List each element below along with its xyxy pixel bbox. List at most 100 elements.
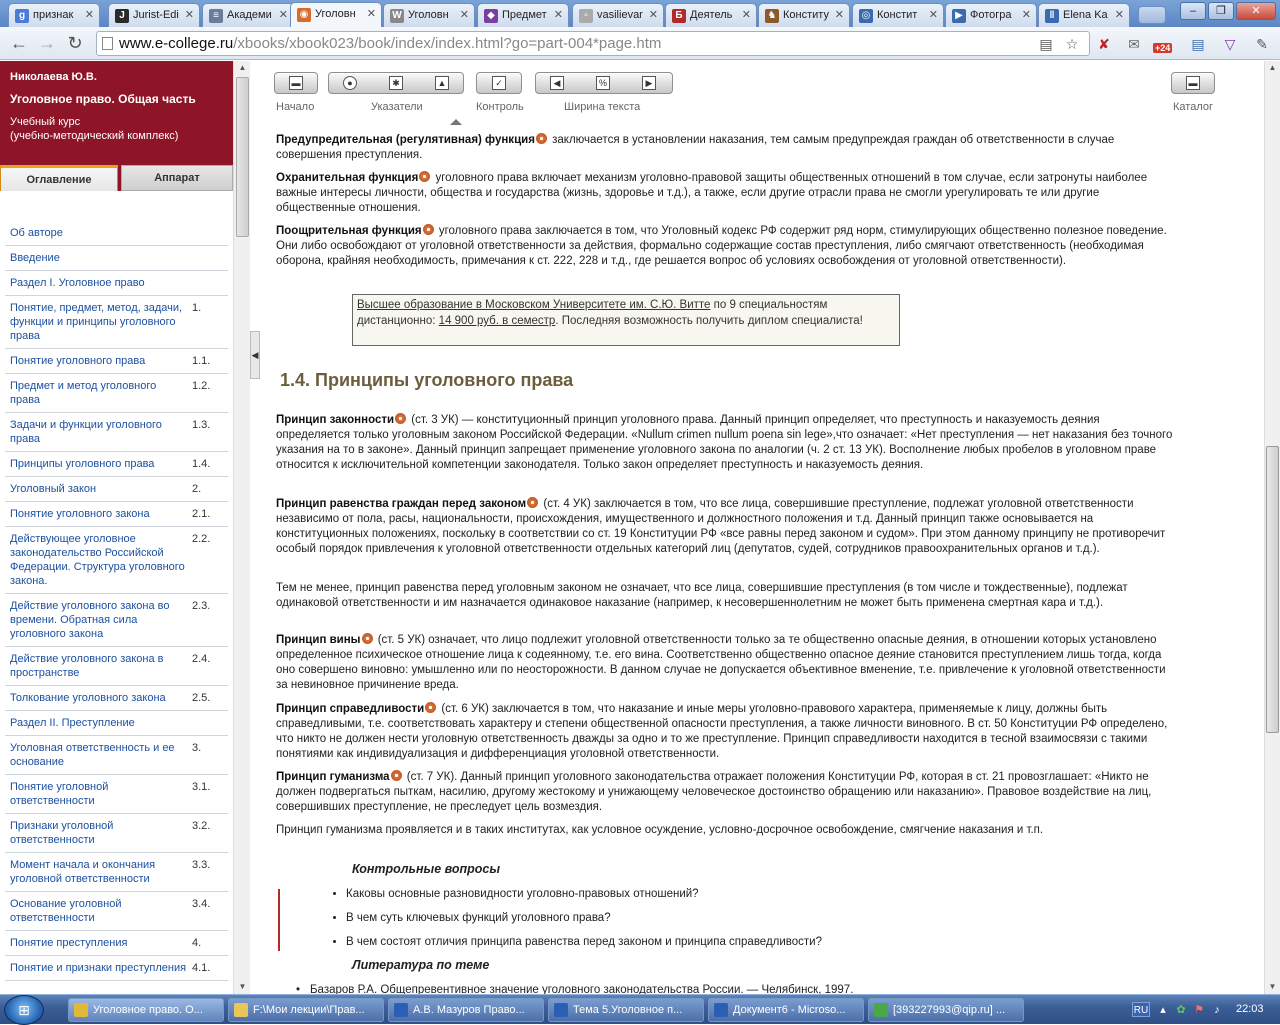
toc-item[interactable]: Понятие уголовной ответственности 3.1. bbox=[5, 775, 228, 814]
toc-item[interactable]: Понятие и признаки преступления 4.1. bbox=[5, 956, 228, 981]
close-tab-icon[interactable]: ✕ bbox=[1115, 8, 1124, 21]
toc-item[interactable]: Понятие преступления 4. bbox=[5, 931, 228, 956]
toc-item[interactable]: Понятие уголовного права 1.1. bbox=[5, 349, 228, 374]
toc-item[interactable]: Уголовный закон 2. bbox=[5, 477, 228, 502]
toc-item[interactable]: Раздел II. Преступление bbox=[5, 711, 228, 736]
toc-item[interactable]: Об авторе bbox=[5, 221, 228, 246]
glossary-icon[interactable] bbox=[390, 770, 402, 781]
glossary-icon[interactable] bbox=[419, 171, 431, 182]
tray-network-icon[interactable]: ✿ bbox=[1174, 1003, 1188, 1017]
scroll-down-icon[interactable]: ▼ bbox=[234, 980, 251, 994]
toc-item[interactable]: Момент начала и окончания уголовной отве… bbox=[5, 853, 228, 892]
browser-tab[interactable]: ◆ Предмет ✕ bbox=[477, 3, 569, 27]
glossary-icon[interactable] bbox=[422, 224, 434, 235]
toc-item[interactable]: Понятие, предмет, метод, задачи, функции… bbox=[5, 296, 228, 349]
extension-v-icon[interactable]: ▽ bbox=[1220, 34, 1240, 54]
toc-item[interactable]: Действующее уголовное законодательство Р… bbox=[5, 527, 228, 594]
left-scroll-thumb[interactable] bbox=[236, 77, 249, 237]
taskbar-task[interactable]: Уголовное право. О... bbox=[68, 998, 224, 1022]
close-window-button[interactable]: ✕ bbox=[1236, 2, 1276, 20]
glossary-icon[interactable] bbox=[527, 497, 539, 508]
address-bar[interactable]: www.e-college.ru/xbooks/xbook023/book/in… bbox=[96, 31, 1090, 56]
clock[interactable]: 22:03 bbox=[1236, 1003, 1264, 1015]
taskbar-task[interactable]: F:\Мои лекции\Прав... bbox=[228, 998, 384, 1022]
toc-item[interactable]: Толкование уголовного закона 2.5. bbox=[5, 686, 228, 711]
toc-item[interactable]: Уголовная ответственность и ее основание… bbox=[5, 736, 228, 775]
close-tab-icon[interactable]: ✕ bbox=[85, 8, 94, 21]
taskbar-task[interactable]: Документ6 - Microso... bbox=[708, 998, 864, 1022]
browser-tab[interactable]: ♞ Конститу ✕ bbox=[758, 3, 850, 27]
tray-volume-icon[interactable]: ♪ bbox=[1210, 1003, 1224, 1017]
close-tab-icon[interactable]: ✕ bbox=[929, 8, 938, 21]
close-tab-icon[interactable]: ✕ bbox=[185, 8, 194, 21]
tab-apparatus[interactable]: Аппарат bbox=[121, 165, 233, 191]
left-scrollbar[interactable]: ▲ ▼ bbox=[233, 61, 250, 994]
back-button[interactable]: ← bbox=[8, 33, 30, 55]
taskbar-task[interactable]: Тема 5.Уголовное п... bbox=[548, 998, 704, 1022]
browser-tab[interactable]: W Уголовн ✕ bbox=[383, 3, 475, 27]
chat-icon[interactable]: ▤ bbox=[1188, 34, 1208, 54]
pointers-button-group[interactable]: ● ✱ ▲ bbox=[328, 72, 464, 94]
browser-tab[interactable]: ◉ Уголовн ✕ bbox=[290, 2, 382, 27]
scroll-up-icon[interactable]: ▲ bbox=[1265, 61, 1280, 75]
close-tab-icon[interactable]: ✕ bbox=[649, 8, 658, 21]
start-button[interactable]: ▬ bbox=[274, 72, 318, 94]
ad-price-link[interactable]: 14 900 руб. в семестр bbox=[439, 315, 556, 327]
maximize-button[interactable]: ❐ bbox=[1208, 2, 1234, 20]
toc-item[interactable]: Задачи и функции уголовного права 1.3. bbox=[5, 413, 228, 452]
toc-item[interactable]: Действие уголовного закона в пространств… bbox=[5, 647, 228, 686]
close-tab-icon[interactable]: ✕ bbox=[1022, 8, 1031, 21]
taskbar-task[interactable]: А.В. Мазуров Право... bbox=[388, 998, 544, 1022]
browser-tab[interactable]: J Jurist-Edi ✕ bbox=[108, 3, 200, 27]
scroll-up-icon[interactable]: ▲ bbox=[234, 61, 251, 75]
start-button-orb[interactable]: ⊞ bbox=[4, 995, 44, 1025]
language-indicator[interactable]: RU bbox=[1132, 1002, 1150, 1017]
taskbar-task[interactable]: [393227993@qip.ru] ... bbox=[868, 998, 1024, 1022]
new-tab-button[interactable] bbox=[1138, 6, 1166, 24]
extension-adblock-icon[interactable]: ✘ bbox=[1094, 34, 1114, 54]
close-tab-icon[interactable]: ✕ bbox=[367, 7, 376, 20]
browser-tab[interactable]: ◎ Констит ✕ bbox=[852, 3, 944, 27]
close-tab-icon[interactable]: ✕ bbox=[742, 8, 751, 21]
bookmark-star-icon[interactable]: ☆ bbox=[1063, 35, 1081, 53]
close-tab-icon[interactable]: ✕ bbox=[460, 8, 469, 21]
toc-item[interactable]: Основание уголовной ответственности 3.4. bbox=[5, 892, 228, 931]
toc-item[interactable]: Предмет и метод уголовного права 1.2. bbox=[5, 374, 228, 413]
glossary-icon[interactable] bbox=[535, 133, 547, 144]
content-scrollbar[interactable]: ▲ ▼ bbox=[1264, 61, 1280, 994]
glossary-icon[interactable] bbox=[425, 702, 437, 713]
content-scroll-thumb[interactable] bbox=[1266, 446, 1279, 733]
text-width-button-group[interactable]: ◀ % ▶ bbox=[535, 72, 673, 94]
toc-item[interactable]: Принципы уголовного права 1.4. bbox=[5, 452, 228, 477]
close-tab-icon[interactable]: ✕ bbox=[835, 8, 844, 21]
tray-arrow-icon[interactable]: ▴ bbox=[1156, 1003, 1170, 1017]
toc-item[interactable]: Введение bbox=[5, 246, 228, 271]
catalog-button[interactable]: ▬ bbox=[1171, 72, 1215, 94]
tab-contents[interactable]: Оглавление bbox=[0, 165, 118, 191]
browser-tab[interactable]: Б Деятель ✕ bbox=[665, 3, 757, 27]
tab-label: Elena Ka bbox=[1063, 9, 1108, 21]
ad-link[interactable]: Высшее образование в Московском Универси… bbox=[357, 299, 710, 311]
close-tab-icon[interactable]: ✕ bbox=[279, 8, 288, 21]
browser-tab[interactable]: ‖ Elena Ka ✕ bbox=[1038, 3, 1130, 27]
toc-item[interactable]: Действие уголовного закона во времени. О… bbox=[5, 594, 228, 647]
browser-tab[interactable]: ▫ vasilievar ✕ bbox=[572, 3, 664, 27]
browser-tab[interactable]: ≡ Академи ✕ bbox=[202, 3, 294, 27]
glossary-icon[interactable] bbox=[395, 413, 407, 424]
wrench-menu-icon[interactable]: ✎ bbox=[1252, 34, 1272, 54]
toc-item[interactable]: Понятие уголовного закона 2.1. bbox=[5, 502, 228, 527]
browser-tab[interactable]: g признак ✕ bbox=[8, 3, 100, 27]
browser-tab[interactable]: ▶ Фотогра ✕ bbox=[945, 3, 1037, 27]
toc-item[interactable]: Раздел I. Уголовное право bbox=[5, 271, 228, 296]
glossary-icon[interactable] bbox=[361, 633, 373, 644]
close-tab-icon[interactable]: ✕ bbox=[554, 8, 563, 21]
control-button[interactable]: ✓ bbox=[476, 72, 522, 94]
mail-icon[interactable]: ✉ bbox=[1124, 34, 1144, 54]
tray-flag-icon[interactable]: ⚑ bbox=[1192, 1003, 1206, 1017]
toc-item[interactable]: Признаки уголовной ответственности 3.2. bbox=[5, 814, 228, 853]
reload-button[interactable]: ↻ bbox=[64, 33, 86, 55]
scroll-down-icon[interactable]: ▼ bbox=[1265, 980, 1280, 994]
minimize-button[interactable]: – bbox=[1180, 2, 1206, 20]
page-action-icon[interactable]: ▤ bbox=[1037, 35, 1055, 53]
forward-button[interactable]: → bbox=[36, 33, 58, 55]
